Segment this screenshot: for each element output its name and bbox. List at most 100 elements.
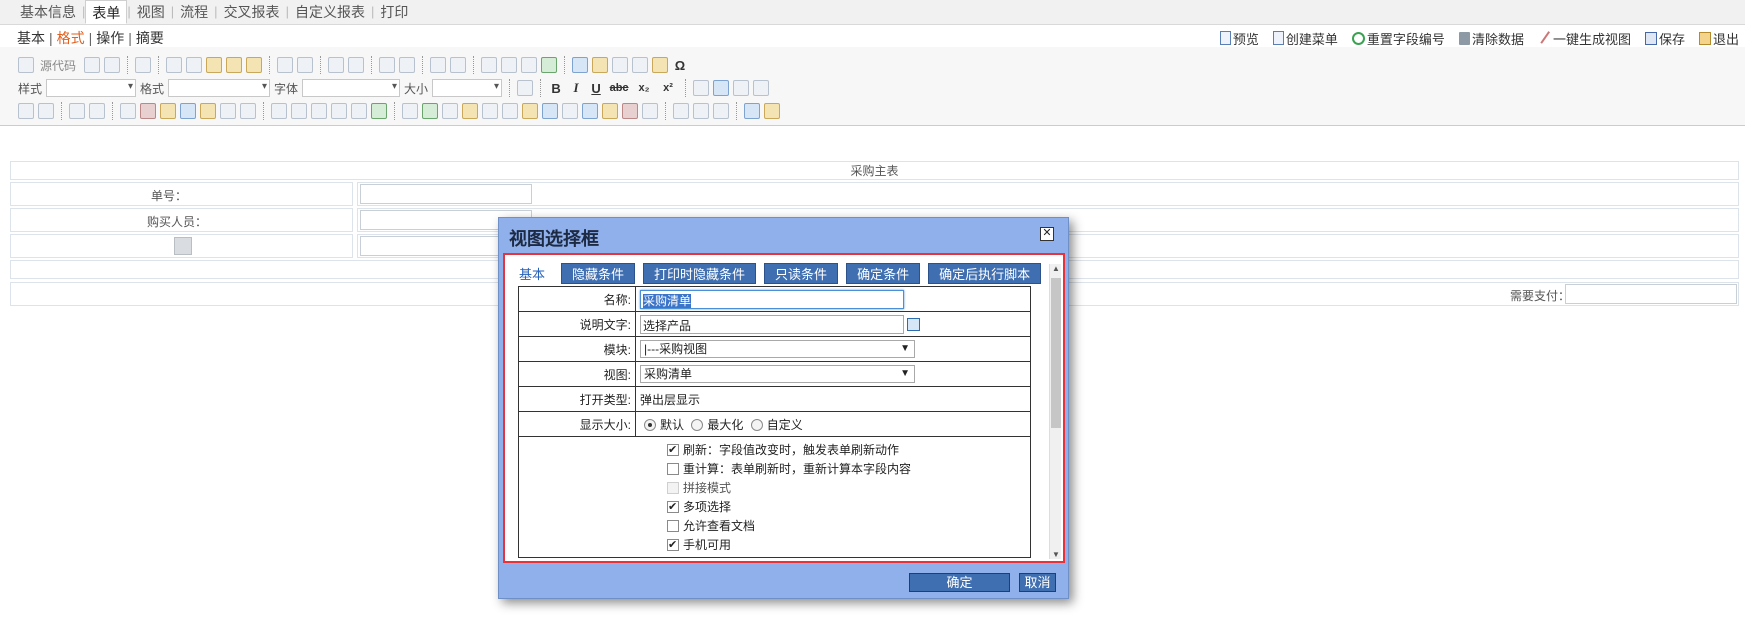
subform-icon[interactable]: [240, 103, 256, 119]
preview-doc-icon[interactable]: [104, 57, 121, 73]
preview-button[interactable]: 预览: [1219, 29, 1259, 48]
name-input[interactable]: 采购清单: [640, 289, 904, 309]
horizontal-line-icon[interactable]: [632, 57, 649, 73]
calc-field-icon[interactable]: [160, 103, 176, 119]
copy-icon[interactable]: [186, 57, 203, 73]
template-icon[interactable]: [135, 57, 152, 73]
view-select-field-icon[interactable]: [174, 237, 192, 255]
tab-print[interactable]: 打印: [374, 0, 414, 24]
map-icon[interactable]: [522, 103, 538, 119]
chain-icon[interactable]: [673, 103, 689, 119]
create-menu-button[interactable]: 创建菜单: [1272, 29, 1338, 48]
reset-field-number-button[interactable]: 重置字段编号: [1351, 29, 1445, 48]
blockquote-icon[interactable]: [521, 57, 538, 73]
paste-word-icon[interactable]: [246, 57, 263, 73]
tab-flow[interactable]: 流程: [174, 0, 214, 24]
word-field-icon[interactable]: [542, 103, 558, 119]
scroll-down-icon[interactable]: ▼: [1051, 550, 1061, 559]
size-custom-radio[interactable]: [750, 419, 763, 432]
color-icon[interactable]: [602, 103, 618, 119]
link-icon[interactable]: [541, 57, 558, 73]
line-icon[interactable]: [271, 103, 287, 119]
order-no-input[interactable]: [360, 184, 532, 204]
module-select[interactable]: |---采购视图: [640, 340, 915, 358]
qrcode-icon[interactable]: [502, 103, 518, 119]
special-char-icon[interactable]: Ω: [672, 58, 688, 73]
subnav-basic[interactable]: 基本: [17, 28, 45, 48]
text-color-icon[interactable]: [744, 103, 760, 119]
scroll-thumb[interactable]: [1051, 278, 1061, 428]
bold-button[interactable]: B: [548, 81, 564, 96]
document-field-icon[interactable]: [311, 103, 327, 119]
subnav-operation[interactable]: 操作: [96, 28, 124, 48]
format-select[interactable]: [168, 79, 271, 97]
confirm-condition-button[interactable]: 确定条件: [846, 262, 921, 284]
smiley-icon[interactable]: [652, 57, 669, 73]
source-icon[interactable]: [18, 57, 34, 73]
anchor-icon[interactable]: [713, 103, 729, 119]
list-field-icon[interactable]: [120, 103, 136, 119]
undo-icon[interactable]: [277, 57, 294, 73]
search-field-icon[interactable]: [351, 103, 367, 119]
recalc-checkbox[interactable]: 重计算：表单刷新时，重新计算本字段内容: [667, 460, 1030, 479]
numbered-list-icon[interactable]: [430, 57, 447, 73]
desc-input[interactable]: 选择产品: [640, 314, 904, 334]
tab-view[interactable]: 视图: [131, 0, 171, 24]
paste-text-icon[interactable]: [226, 57, 243, 73]
close-icon[interactable]: ✕: [1040, 227, 1054, 241]
gallery-icon[interactable]: [562, 103, 578, 119]
superscript-button[interactable]: x²: [658, 82, 678, 94]
cancel-button[interactable]: 取消: [1019, 573, 1056, 592]
redo-icon[interactable]: [297, 57, 314, 73]
align-left-icon[interactable]: [693, 80, 710, 96]
cut-icon[interactable]: [166, 57, 183, 73]
cancel-field-icon[interactable]: [622, 103, 638, 119]
textfield-icon[interactable]: [69, 103, 85, 119]
underline-button[interactable]: U: [588, 81, 604, 96]
tab-custom-report[interactable]: 自定义报表: [289, 0, 371, 24]
textarea-icon[interactable]: [89, 103, 105, 119]
save-button[interactable]: 保存: [1644, 29, 1685, 48]
bulleted-list-icon[interactable]: [450, 57, 467, 73]
pay-input[interactable]: [1565, 284, 1737, 304]
align-center-icon[interactable]: [713, 80, 730, 96]
font-select[interactable]: [302, 79, 401, 97]
view-doc-checkbox[interactable]: 允许查看文档: [667, 517, 1030, 536]
remove-format-icon[interactable]: [399, 57, 416, 73]
tab-basic-info[interactable]: 基本信息: [14, 0, 82, 24]
readonly-condition-button[interactable]: 只读条件: [764, 262, 839, 284]
edit-icon[interactable]: [907, 317, 920, 331]
pen-field-icon[interactable]: [482, 103, 498, 119]
photo-icon[interactable]: [462, 103, 478, 119]
include-icon[interactable]: [331, 103, 347, 119]
print-hide-condition-button[interactable]: 打印时隐藏条件: [643, 262, 757, 284]
multi-select-checkbox[interactable]: 多项选择: [667, 498, 1030, 517]
radio-field-icon[interactable]: [38, 103, 54, 119]
view-select[interactable]: 采购清单: [640, 365, 915, 383]
find-icon[interactable]: [328, 57, 345, 73]
mobile-checkbox[interactable]: 手机可用: [667, 536, 1030, 555]
tab-form[interactable]: 表单: [85, 0, 128, 24]
attachment-icon[interactable]: [402, 103, 418, 119]
clear-data-button[interactable]: 清除数据: [1458, 29, 1524, 48]
view-select-icon[interactable]: [371, 103, 387, 119]
zoom-icon[interactable]: [517, 80, 534, 96]
outdent-icon[interactable]: [481, 57, 498, 73]
subscript-button[interactable]: x₂: [634, 82, 654, 94]
dialog-scrollbar[interactable]: ▲ ▼: [1049, 264, 1061, 559]
indent-icon[interactable]: [501, 57, 518, 73]
date-field-icon[interactable]: [140, 103, 156, 119]
dialog-tab-basic[interactable]: 基本: [519, 264, 545, 283]
align-right-icon[interactable]: [733, 80, 750, 96]
style-select[interactable]: [46, 79, 137, 97]
source-button[interactable]: 源代码: [40, 57, 76, 74]
generate-view-button[interactable]: 一键生成视图: [1538, 29, 1631, 48]
exit-button[interactable]: 退出: [1698, 29, 1739, 48]
size-select[interactable]: [432, 79, 503, 97]
office-icon[interactable]: [582, 103, 598, 119]
bg-color-icon[interactable]: [764, 103, 780, 119]
post-confirm-script-button[interactable]: 确定后执行脚本: [928, 262, 1042, 284]
checkbox-field-icon[interactable]: [18, 103, 34, 119]
table-icon[interactable]: [612, 57, 629, 73]
italic-button[interactable]: I: [568, 80, 584, 96]
